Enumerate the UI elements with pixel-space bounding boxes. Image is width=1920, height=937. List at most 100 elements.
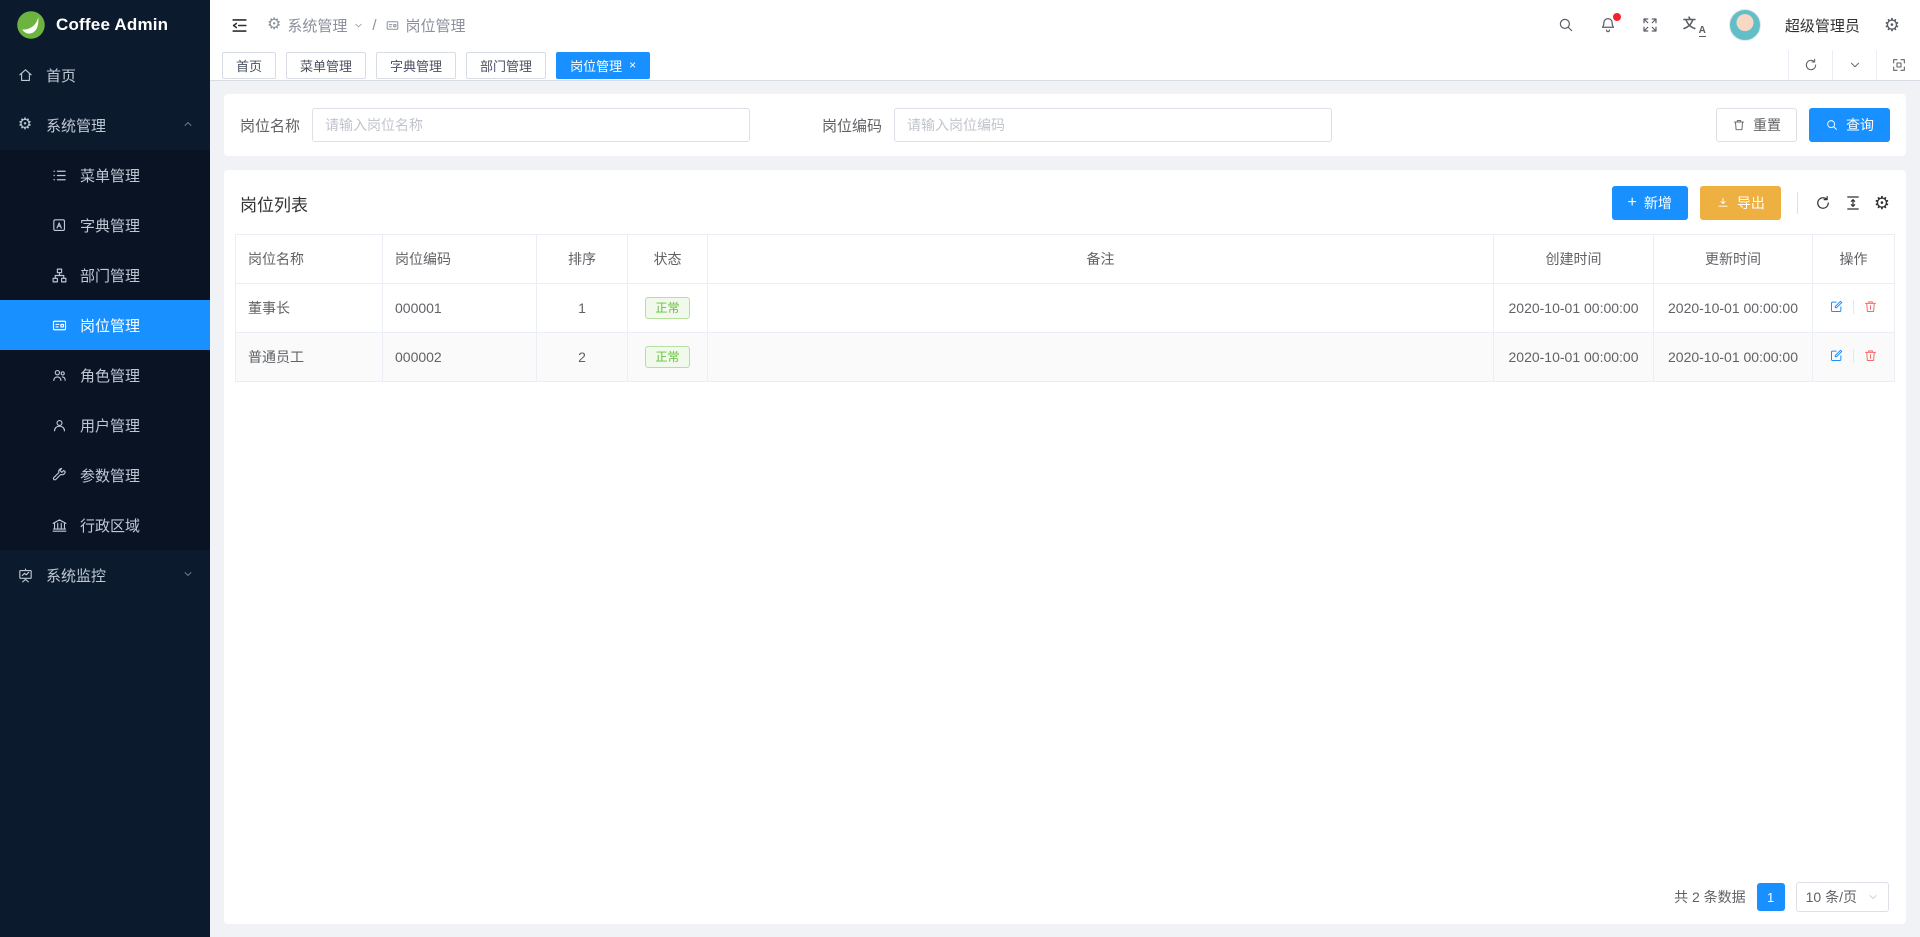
page-size-select[interactable]: 10 条/页: [1796, 882, 1889, 912]
col-post-code: 岗位编码: [383, 235, 537, 284]
card-title: 岗位列表: [240, 191, 308, 216]
settings-gear-icon[interactable]: ⚙: [1884, 16, 1900, 34]
tabbar: 首页 菜单管理 字典管理 部门管理 岗位管理 ×: [210, 50, 1920, 81]
sidebar-item-admin-region[interactable]: 行政区域: [0, 500, 210, 550]
bell-icon[interactable]: [1599, 16, 1617, 34]
sidebar-item-menu-management[interactable]: 菜单管理: [0, 150, 210, 200]
gear-icon: ⚙: [267, 17, 281, 33]
sidebar-item-label: 用户管理: [80, 415, 140, 436]
post-name-input[interactable]: [312, 108, 750, 142]
tab-dict-management[interactable]: 字典管理: [376, 52, 456, 79]
sidebar-submenu: 菜单管理 字典管理 部门管理: [0, 150, 210, 550]
breadcrumb-item-system[interactable]: ⚙ 系统管理: [267, 15, 364, 36]
sidebar-menu: 首页 ⚙ 系统管理 菜单管理: [0, 50, 210, 937]
tab-menu-management[interactable]: 菜单管理: [286, 52, 366, 79]
cell-status: 正常: [628, 284, 708, 333]
breadcrumb-item-post: 岗位管理: [385, 15, 466, 36]
search-form: 岗位名称 岗位编码 重置 查询: [224, 94, 1906, 156]
cell-remark: [708, 333, 1494, 382]
tab-dept-management[interactable]: 部门管理: [466, 52, 546, 79]
export-button[interactable]: 导出: [1700, 186, 1781, 220]
username[interactable]: 超级管理员: [1785, 15, 1860, 36]
table-row[interactable]: 普通员工 000002 2 正常 2020-10-01 00:00:00 202…: [236, 333, 1895, 382]
sidebar-item-dept-management[interactable]: 部门管理: [0, 250, 210, 300]
id-card-icon: [385, 18, 400, 33]
card-header: 岗位列表 + 新增 导出: [235, 182, 1895, 234]
query-button[interactable]: 查询: [1809, 108, 1890, 142]
reset-button[interactable]: 重置: [1716, 108, 1797, 142]
page-button-1[interactable]: 1: [1757, 883, 1785, 911]
main-column: ⚙ 系统管理 / 岗位管理: [210, 0, 1920, 937]
cell-post-name: 普通员工: [236, 333, 383, 382]
cell-remark: [708, 284, 1494, 333]
sidebar-item-label: 菜单管理: [80, 165, 140, 186]
translate-icon[interactable]: 文A: [1683, 15, 1705, 35]
refresh-icon[interactable]: [1814, 194, 1832, 212]
cell-updated: 2020-10-01 00:00:00: [1654, 284, 1813, 333]
brand-leaf-icon: [16, 10, 46, 40]
sidebar-item-post-management[interactable]: 岗位管理: [0, 300, 210, 350]
refresh-icon[interactable]: [1788, 50, 1832, 80]
chevron-down-icon: [182, 567, 194, 584]
table-row[interactable]: 董事长 000001 1 正常 2020-10-01 00:00:00 2020…: [236, 284, 1895, 333]
table-empty-space: [235, 382, 1895, 872]
avatar[interactable]: [1729, 9, 1761, 41]
table-header-row: 岗位名称 岗位编码 排序 状态 备注 创建时间 更新时间 操作: [236, 235, 1895, 284]
column-settings-gear-icon[interactable]: ⚙: [1874, 194, 1890, 212]
sidebar-item-home[interactable]: 首页: [0, 50, 210, 100]
post-table: 岗位名称 岗位编码 排序 状态 备注 创建时间 更新时间 操作 董事长: [235, 234, 1895, 382]
app-logo[interactable]: Coffee Admin: [0, 0, 210, 50]
divider: [1853, 349, 1854, 363]
search-icon[interactable]: [1557, 16, 1575, 34]
post-code-input[interactable]: [894, 108, 1332, 142]
fullscreen-icon[interactable]: [1641, 16, 1659, 34]
sidebar-item-dict-management[interactable]: 字典管理: [0, 200, 210, 250]
sidebar-item-system-monitor[interactable]: 系统监控: [0, 550, 210, 600]
edit-icon[interactable]: [1829, 348, 1844, 363]
sidebar-item-label: 角色管理: [80, 365, 140, 386]
delete-icon[interactable]: [1863, 299, 1878, 314]
sidebar-item-label: 参数管理: [80, 465, 140, 486]
edit-icon[interactable]: [1829, 299, 1844, 314]
cell-created: 2020-10-01 00:00:00: [1494, 284, 1654, 333]
sidebar-item-param-management[interactable]: 参数管理: [0, 450, 210, 500]
cell-status: 正常: [628, 333, 708, 382]
post-code-label: 岗位编码: [822, 115, 882, 136]
breadcrumb-label: 系统管理: [287, 15, 347, 36]
chevron-down-icon: [353, 20, 364, 31]
export-label: 导出: [1737, 193, 1765, 213]
add-button[interactable]: + 新增: [1612, 186, 1688, 220]
tab-post-management[interactable]: 岗位管理 ×: [556, 52, 650, 79]
sidebar-item-role-management[interactable]: 角色管理: [0, 350, 210, 400]
cell-updated: 2020-10-01 00:00:00: [1654, 333, 1813, 382]
bank-icon: [50, 516, 68, 534]
cell-sort: 2: [537, 333, 628, 382]
page-size-value: 10 条/页: [1806, 887, 1857, 907]
sidebar-item-label: 部门管理: [80, 265, 140, 286]
app-root: Coffee Admin 首页 ⚙ 系统管理: [0, 0, 1920, 937]
maximize-icon[interactable]: [1876, 50, 1920, 80]
breadcrumb-label: 岗位管理: [406, 15, 466, 36]
tab-home[interactable]: 首页: [222, 52, 276, 79]
delete-icon[interactable]: [1863, 348, 1878, 363]
search-actions: 重置 查询: [1716, 108, 1890, 142]
cell-sort: 1: [537, 284, 628, 333]
chevron-down-icon[interactable]: [1832, 50, 1876, 80]
col-post-name: 岗位名称: [236, 235, 383, 284]
col-status: 状态: [628, 235, 708, 284]
status-badge: 正常: [645, 346, 689, 368]
sidebar-item-system-management[interactable]: ⚙ 系统管理: [0, 100, 210, 150]
org-tree-icon: [50, 266, 68, 284]
tab-close-icon[interactable]: ×: [629, 59, 636, 71]
card-tools: + 新增 导出 ⚙: [1612, 186, 1890, 220]
home-icon: [16, 66, 34, 84]
monitor-icon: [16, 566, 34, 584]
sidebar-item-user-management[interactable]: 用户管理: [0, 400, 210, 450]
col-actions: 操作: [1813, 235, 1895, 284]
gear-icon: ⚙: [16, 116, 34, 134]
wrench-icon: [50, 466, 68, 484]
tab-tools: [1788, 50, 1920, 80]
sidebar-collapse-icon[interactable]: [230, 16, 249, 35]
row-density-icon[interactable]: [1844, 194, 1862, 212]
sidebar-item-label: 系统管理: [46, 115, 106, 136]
